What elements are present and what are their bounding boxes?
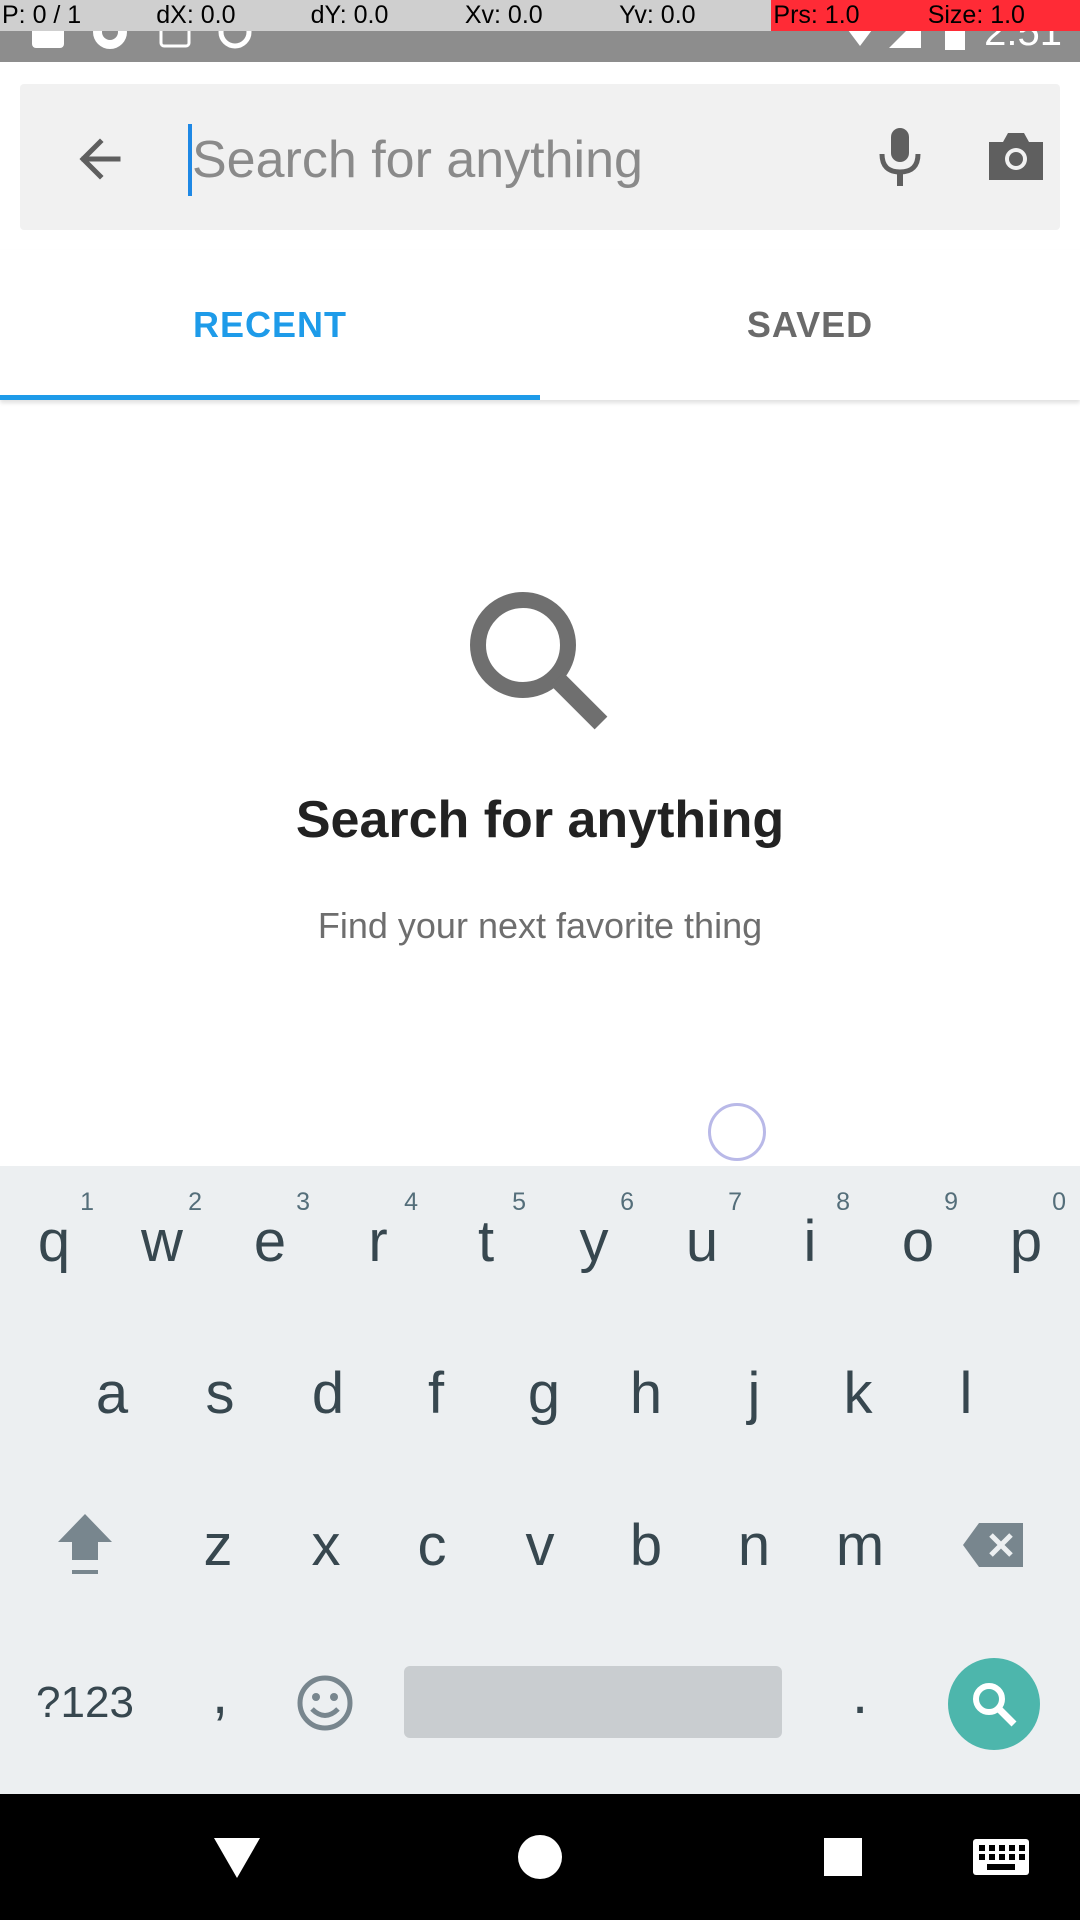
key-c[interactable]: c <box>378 1470 486 1620</box>
recents-square-icon <box>824 1838 862 1876</box>
key-d[interactable]: d <box>274 1318 382 1468</box>
empty-state-subtitle: Find your next favorite thing <box>317 905 763 946</box>
back-triangle-icon <box>214 1838 260 1878</box>
key-f[interactable]: f <box>382 1318 490 1468</box>
key-y[interactable]: y6 <box>540 1166 648 1316</box>
key-m[interactable]: m <box>806 1470 914 1620</box>
tab-recent[interactable]: RECENT <box>0 250 540 400</box>
key-g[interactable]: g <box>490 1318 598 1468</box>
symbols-key[interactable]: ?123 <box>20 1628 150 1778</box>
keyboard-row-3: z x c v b n m <box>0 1470 1080 1620</box>
tab-indicator <box>0 395 540 400</box>
pointer-pressure: Prs: 1.0 <box>771 0 926 31</box>
shift-key[interactable] <box>30 1470 140 1620</box>
key-i[interactable]: i8 <box>756 1166 864 1316</box>
key-a[interactable]: a <box>58 1318 166 1468</box>
key-z[interactable]: z <box>164 1470 272 1620</box>
emoji-icon <box>297 1675 353 1731</box>
key-p[interactable]: p0 <box>972 1166 1080 1316</box>
nav-home-button[interactable] <box>505 1824 575 1890</box>
key-u[interactable]: u7 <box>648 1166 756 1316</box>
pointer-location-overlay: P: 0 / 1 dX: 0.0 dY: 0.0 Xv: 0.0 Yv: 0.0… <box>0 0 1080 31</box>
touch-indicator <box>708 1103 766 1161</box>
search-icon <box>470 592 608 730</box>
nav-keyboard-button[interactable] <box>966 1824 1036 1890</box>
key-s[interactable]: s <box>166 1318 274 1468</box>
pointer-size: Size: 1.0 <box>925 0 1080 31</box>
backspace-key[interactable] <box>944 1470 1044 1620</box>
period-key[interactable]: . <box>810 1618 910 1768</box>
status-bar: 2:51 P: 0 / 1 dX: 0.0 dY: 0.0 Xv: 0.0 Yv… <box>0 0 1080 62</box>
empty-state-title: Search for anything <box>295 791 785 849</box>
key-e[interactable]: e3 <box>216 1166 324 1316</box>
search-icon <box>973 1683 1017 1727</box>
search-enter-key[interactable] <box>948 1658 1040 1750</box>
camera-icon[interactable] <box>985 128 1047 184</box>
text-cursor <box>188 124 192 196</box>
pointer-xv: Xv: 0.0 <box>464 1 543 29</box>
key-t[interactable]: t5 <box>432 1166 540 1316</box>
tab-bar: RECENT SAVED <box>0 250 1080 400</box>
pointer-dy: dY: 0.0 <box>310 1 389 29</box>
home-circle-icon <box>518 1835 562 1879</box>
arrow-back-icon[interactable] <box>70 124 140 194</box>
key-x[interactable]: x <box>272 1470 380 1620</box>
key-n[interactable]: n <box>700 1470 808 1620</box>
keyboard-icon <box>973 1839 1029 1875</box>
nav-recents-button[interactable] <box>808 1824 878 1890</box>
tab-saved[interactable]: SAVED <box>540 250 1080 400</box>
pointer-dx: dX: 0.0 <box>156 1 236 29</box>
pointer-count: P: 0 / 1 <box>2 1 82 29</box>
search-input[interactable] <box>188 120 828 200</box>
key-k[interactable]: k <box>804 1318 912 1468</box>
shift-icon <box>58 1514 112 1574</box>
keyboard-row-1: q1 w2 e3 r4 t5 y6 u7 i8 o9 p0 <box>0 1166 1080 1316</box>
nav-back-button[interactable] <box>202 1824 272 1890</box>
emoji-key[interactable] <box>280 1628 370 1778</box>
key-b[interactable]: b <box>592 1470 700 1620</box>
key-j[interactable]: j <box>700 1318 808 1468</box>
pointer-yv: Yv: 0.0 <box>619 1 696 29</box>
space-key[interactable] <box>404 1666 782 1738</box>
key-o[interactable]: o9 <box>864 1166 972 1316</box>
backspace-icon <box>963 1523 1023 1567</box>
navigation-bar <box>0 1794 1080 1920</box>
key-l[interactable]: l <box>912 1318 1020 1468</box>
key-r[interactable]: r4 <box>324 1166 432 1316</box>
key-v[interactable]: v <box>486 1470 594 1620</box>
key-w[interactable]: w2 <box>108 1166 216 1316</box>
keyboard-row-2: a s d f g h j k l <box>0 1318 1080 1468</box>
microphone-icon[interactable] <box>870 122 930 192</box>
comma-key[interactable]: , <box>170 1618 270 1768</box>
key-h[interactable]: h <box>592 1318 700 1468</box>
search-bar <box>20 84 1060 230</box>
key-q[interactable]: q1 <box>0 1166 108 1316</box>
